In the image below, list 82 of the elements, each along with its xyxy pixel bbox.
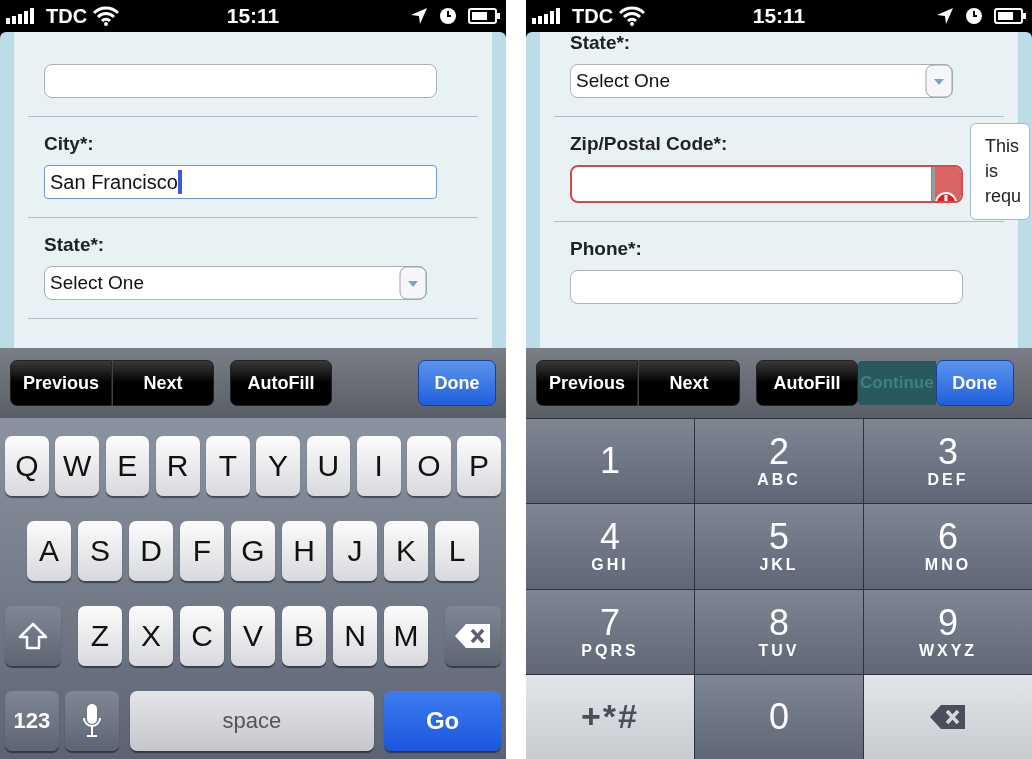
clock-icon bbox=[966, 8, 982, 24]
digit-key[interactable]: 7 PQRS bbox=[526, 589, 694, 674]
digit-key[interactable]: 5 JKL bbox=[695, 504, 863, 589]
wifi-icon bbox=[93, 6, 120, 26]
letter-key[interactable]: H bbox=[281, 521, 327, 581]
field-label: State*: bbox=[570, 32, 632, 54]
digit-key[interactable]: 8 TUV bbox=[695, 589, 863, 674]
field-label: Zip/Postal Code*: bbox=[570, 133, 729, 155]
done-button[interactable]: Done bbox=[418, 360, 496, 406]
letter-key[interactable]: Q bbox=[5, 436, 49, 496]
autofill-button[interactable]: AutoFill bbox=[230, 360, 332, 406]
shift-key[interactable] bbox=[5, 606, 61, 666]
letter-key[interactable]: F bbox=[179, 521, 225, 581]
space-key[interactable]: space bbox=[129, 691, 374, 751]
status-time: 15:11 bbox=[226, 4, 280, 28]
letter-key[interactable]: I bbox=[356, 436, 401, 496]
toolbar-button[interactable]: Next bbox=[638, 360, 740, 406]
letter-key[interactable]: L bbox=[434, 521, 480, 581]
status-time: 15:11 bbox=[752, 4, 806, 28]
digit-key[interactable]: 9 WXYZ bbox=[864, 589, 1032, 674]
letter-key[interactable]: W bbox=[55, 436, 99, 496]
toolbar-button[interactable]: Previous bbox=[10, 360, 112, 406]
select-dropdown[interactable]: Select One bbox=[570, 64, 953, 98]
backspace-icon bbox=[929, 703, 967, 730]
letter-key[interactable]: Z bbox=[77, 606, 123, 666]
letter-key[interactable]: O bbox=[407, 436, 451, 496]
carrier-name: TDC bbox=[572, 4, 614, 28]
digit-key[interactable]: 6 MNO bbox=[864, 504, 1032, 589]
letter-key[interactable]: X bbox=[128, 606, 174, 666]
field-label: State*: bbox=[44, 234, 106, 256]
text-input[interactable]: San Francisco bbox=[44, 165, 437, 199]
numbers-key[interactable]: 123 bbox=[5, 691, 59, 751]
digit-key[interactable]: 3 DEF bbox=[864, 419, 1032, 504]
wifi-icon bbox=[619, 6, 646, 26]
letter-key[interactable]: D bbox=[128, 521, 174, 581]
go-key[interactable]: Go bbox=[384, 691, 501, 751]
text-input[interactable] bbox=[570, 270, 963, 304]
toolbar-button[interactable]: Next bbox=[112, 360, 214, 406]
autofill-button[interactable]: AutoFill bbox=[756, 360, 858, 406]
letter-key[interactable]: M bbox=[383, 606, 429, 666]
letter-key[interactable]: K bbox=[383, 521, 429, 581]
clock-icon bbox=[440, 8, 456, 24]
letter-key[interactable]: S bbox=[77, 521, 123, 581]
error-tooltip: This is requ bbox=[970, 123, 1030, 220]
digit-key[interactable]: 0 bbox=[695, 674, 863, 759]
location-arrow-icon bbox=[936, 7, 954, 25]
field-label: City*: bbox=[44, 133, 95, 155]
text-input[interactable] bbox=[570, 165, 963, 203]
letter-key[interactable]: R bbox=[155, 436, 200, 496]
text-input[interactable] bbox=[44, 64, 437, 98]
delete-key[interactable] bbox=[864, 674, 1032, 759]
location-arrow-icon bbox=[410, 7, 428, 25]
letter-key[interactable]: E bbox=[105, 436, 150, 496]
field-label: Phone*: bbox=[570, 238, 643, 260]
letter-key[interactable]: P bbox=[457, 436, 501, 496]
backspace-icon bbox=[454, 623, 492, 649]
error-icon bbox=[931, 167, 961, 201]
letter-key[interactable]: C bbox=[179, 606, 225, 666]
battery-icon bbox=[468, 8, 500, 24]
letter-key[interactable]: U bbox=[306, 436, 351, 496]
dictation-key[interactable] bbox=[65, 691, 120, 751]
digit-key[interactable]: 1 bbox=[526, 419, 694, 504]
carrier-name: TDC bbox=[46, 4, 88, 28]
symbols-key[interactable]: +*# bbox=[526, 674, 694, 759]
letter-key[interactable]: J bbox=[332, 521, 378, 581]
select-dropdown[interactable]: Select One bbox=[44, 266, 427, 300]
microphone-icon bbox=[83, 703, 102, 739]
battery-icon bbox=[994, 8, 1026, 24]
letter-key[interactable]: G bbox=[230, 521, 276, 581]
done-button[interactable]: Done bbox=[935, 360, 1014, 406]
letter-key[interactable]: A bbox=[26, 521, 72, 581]
digit-key[interactable]: 4 GHI bbox=[526, 504, 694, 589]
letter-key[interactable]: B bbox=[281, 606, 327, 666]
digit-key[interactable]: 2 ABC bbox=[695, 419, 863, 504]
letter-key[interactable]: Y bbox=[256, 436, 300, 496]
toolbar-button[interactable]: Previous bbox=[536, 360, 638, 406]
letter-key[interactable]: T bbox=[206, 436, 250, 496]
shift-arrow-icon bbox=[18, 622, 48, 650]
delete-key[interactable] bbox=[445, 606, 501, 666]
letter-key[interactable]: N bbox=[332, 606, 378, 666]
text-cursor bbox=[177, 170, 182, 194]
letter-key[interactable]: V bbox=[230, 606, 276, 666]
